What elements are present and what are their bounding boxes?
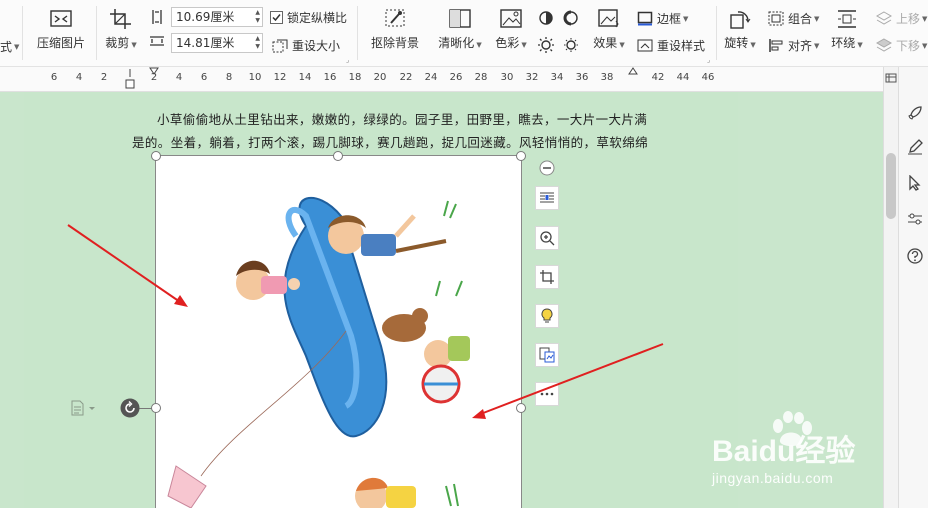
- baidu-jingyan-watermark: Baidu经验 jingyan.baidu.com: [712, 411, 856, 486]
- watermark-url: jingyan.baidu.com: [712, 470, 834, 486]
- red-arrow-left: [67, 224, 188, 307]
- watermark-brand: Baidu经验: [712, 435, 856, 468]
- red-arrow-right: [472, 343, 664, 419]
